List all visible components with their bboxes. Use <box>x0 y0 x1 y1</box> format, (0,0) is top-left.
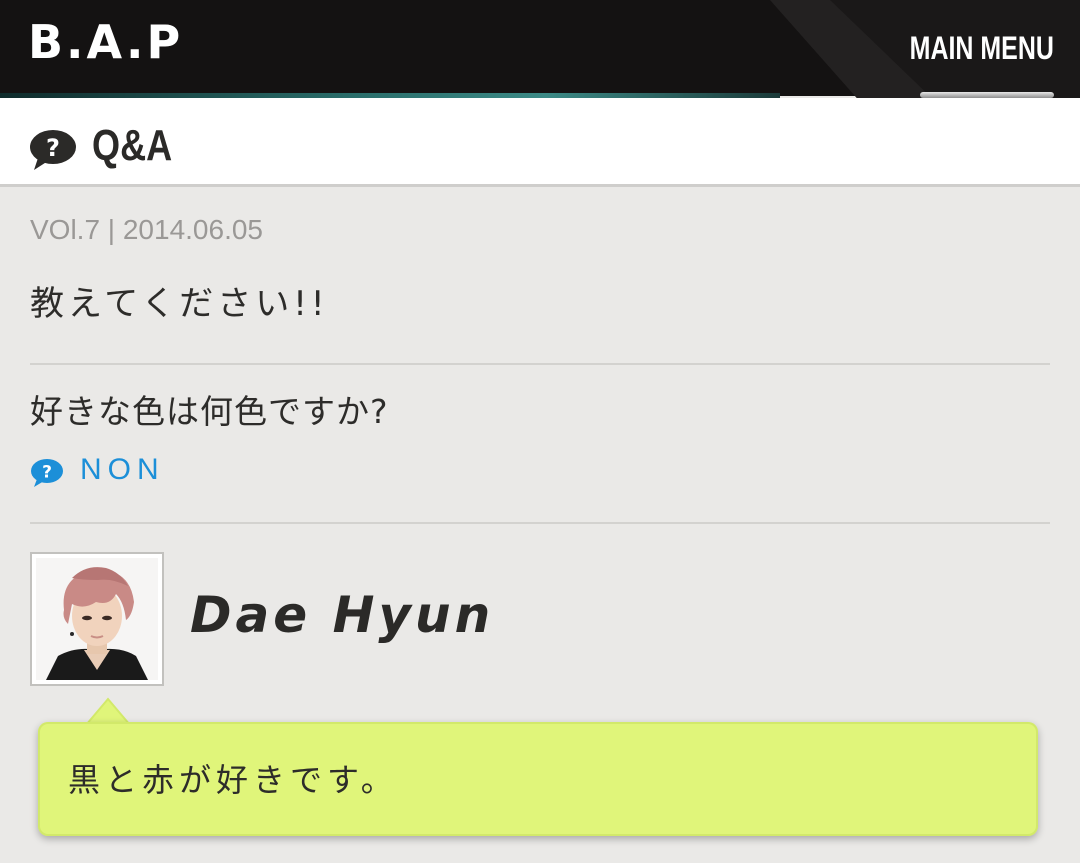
question-bubble-icon: ? <box>31 459 63 487</box>
question-text: 好きな色は何色ですか? <box>30 392 389 431</box>
question-bubble-icon: ? <box>30 130 76 170</box>
speech-bubble-tail <box>86 697 130 725</box>
avatar <box>30 552 164 686</box>
asker-name: NON <box>80 453 165 486</box>
divider <box>30 522 1050 524</box>
section-title-bar: ? Q&A <box>0 98 1080 187</box>
member-portrait <box>36 558 158 680</box>
divider <box>30 363 1050 365</box>
member-name: Dae Hyun <box>190 586 495 644</box>
svg-text:?: ? <box>42 463 52 483</box>
page-title: Q&A <box>92 121 173 170</box>
svg-text:?: ? <box>46 134 60 162</box>
post-heading: 教えてください!! <box>30 284 329 324</box>
member-photo <box>36 558 158 680</box>
main-menu-label[interactable]: MAIN MENU <box>910 28 1054 68</box>
logo[interactable]: B.A.P <box>28 14 183 70</box>
answer-text: 黒と赤が好きです。 <box>68 761 398 799</box>
volume-date: VOl.7 | 2014.06.05 <box>30 214 263 245</box>
